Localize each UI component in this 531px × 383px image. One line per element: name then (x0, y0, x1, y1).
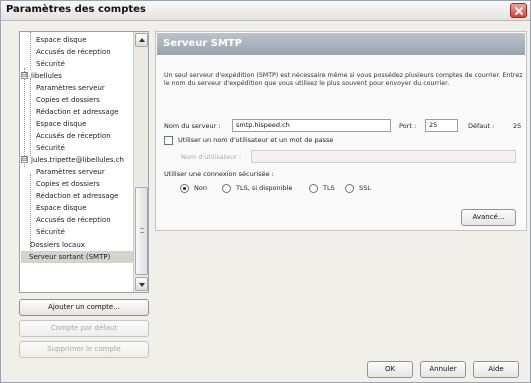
tree-scrollbar[interactable] (133, 32, 148, 292)
use-auth-checkbox[interactable] (164, 136, 173, 145)
username-input[interactable] (251, 150, 516, 163)
account-tree[interactable]: Espace disque Accusés de réception Sécur… (19, 31, 149, 293)
tree-item-securite[interactable]: Sécurité (36, 142, 65, 154)
close-button[interactable] (510, 3, 527, 18)
tree-guide-line (30, 78, 31, 158)
advanced-button[interactable]: Avancé... (461, 209, 516, 226)
radio-ssl[interactable] (345, 184, 354, 193)
server-name-input[interactable]: smtp.hispeed.ch (232, 119, 391, 132)
cancel-button[interactable]: Annuler (420, 361, 466, 378)
tree-item-account-libellules[interactable]: libellules (31, 70, 62, 82)
scroll-thumb[interactable] (135, 187, 148, 275)
window-title: Paramètres des comptes (6, 4, 146, 15)
delete-account-button[interactable]: Supprimer le compte (19, 341, 149, 358)
smtp-description: Un seul serveur d'expédition (SMTP) est … (164, 72, 523, 87)
username-label: Nom d'utilisateur : (181, 153, 242, 161)
tree-item-securite[interactable]: Sécurité (36, 58, 65, 70)
radio-tls[interactable] (309, 184, 318, 193)
default-account-label: Compte par défaut (50, 324, 118, 332)
tree-item-parametres-serveur[interactable]: Paramètres serveur (36, 82, 105, 94)
ok-button[interactable]: OK (367, 361, 413, 378)
arrow-down-icon (139, 283, 145, 287)
radio-tls-label[interactable]: TLS (323, 184, 335, 192)
radio-tls-if-available-label[interactable]: TLS, si disponible (236, 184, 292, 192)
server-name-label: Nom du serveur : (164, 122, 221, 130)
tree-item-copies-dossiers[interactable]: Copies et dossiers (36, 178, 100, 190)
add-account-button[interactable]: Ajouter un compte... (19, 299, 149, 316)
tree-item-espace-disque[interactable]: Espace disque (36, 118, 86, 130)
radio-tls-if-available[interactable] (222, 184, 231, 193)
default-port-label: Défaut : (468, 122, 495, 130)
add-account-label: Ajouter un compte... (48, 303, 120, 311)
smtp-panel: Serveur SMTP Un seul serveur d'expéditio… (155, 31, 527, 231)
cancel-label: Annuler (429, 365, 457, 373)
panel-header: Serveur SMTP (157, 33, 525, 55)
radio-non-label[interactable]: Non (194, 184, 207, 192)
scroll-down-button[interactable] (135, 277, 148, 291)
tree-item-redaction-adressage[interactable]: Rédaction et adressage (36, 106, 118, 118)
radio-non[interactable] (180, 184, 189, 193)
tree-item-accuses-reception[interactable]: Accusés de réception (36, 130, 111, 142)
advanced-label: Avancé... (472, 213, 505, 221)
tree-item-serveur-sortant[interactable]: Serveur sortant (SMTP) (21, 251, 133, 263)
account-settings-window: Paramètres des comptes Espace disque Acc… (0, 0, 531, 383)
tree-item-accuses-reception[interactable]: Accusés de réception (36, 214, 111, 226)
arrow-up-icon (139, 38, 145, 42)
help-label: Aide (488, 365, 504, 373)
title-bar[interactable]: Paramètres des comptes (1, 1, 530, 21)
collapse-icon[interactable]: ⊟ (21, 156, 28, 163)
help-button[interactable]: Aide (473, 361, 519, 378)
default-port-value: 25 (513, 122, 522, 130)
tree-guide-line (30, 32, 31, 70)
port-label: Port : (399, 122, 417, 130)
tree-item-securite[interactable]: Sécurité (36, 226, 65, 238)
tree-item-espace-disque[interactable]: Espace disque (36, 202, 86, 214)
tree-item-espace-disque[interactable]: Espace disque (36, 34, 86, 46)
grip-icon (140, 228, 144, 233)
collapse-icon[interactable]: ⊟ (21, 72, 28, 79)
default-account-button[interactable]: Compte par défaut (19, 320, 149, 337)
tree-item-parametres-serveur[interactable]: Paramètres serveur (36, 166, 105, 178)
tree-item-account-jules[interactable]: jules.tripette@libellules.ch (31, 154, 124, 166)
radio-ssl-label[interactable]: SSL (359, 184, 371, 192)
scroll-up-button[interactable] (135, 33, 148, 47)
tree-guide-line (24, 68, 25, 162)
tree-item-dossiers-locaux[interactable]: Dossiers locaux (30, 239, 85, 251)
port-input[interactable]: 25 (425, 119, 458, 132)
tree-item-copies-dossiers[interactable]: Copies et dossiers (36, 94, 100, 106)
delete-account-label: Supprimer le compte (47, 345, 121, 353)
secure-connection-label: Utiliser une connexion sécurisée : (164, 170, 274, 178)
panel-title: Serveur SMTP (163, 38, 243, 49)
ok-label: OK (384, 365, 396, 373)
use-auth-label[interactable]: Utiliser un nom d'utilisateur et un mot … (178, 136, 333, 144)
tree-item-accuses-reception[interactable]: Accusés de réception (36, 46, 111, 58)
tree-item-redaction-adressage[interactable]: Rédaction et adressage (36, 190, 118, 202)
